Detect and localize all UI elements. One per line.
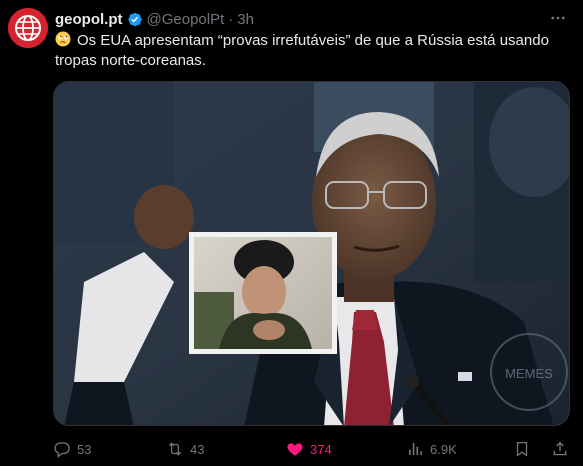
post-text: Os EUA apresentam “provas irrefutáveis” …: [55, 31, 570, 71]
views-count: 6.9K: [430, 441, 457, 457]
separator: ·: [228, 10, 234, 28]
action-bar: 53 43 374 6.9K: [53, 438, 573, 460]
heart-filled-icon: [287, 443, 303, 456]
views-button[interactable]: 6.9K: [406, 440, 457, 458]
like-count: 374: [310, 441, 332, 457]
views-chart-icon: [409, 443, 422, 455]
bookmark-button[interactable]: [513, 440, 537, 458]
repost-button[interactable]: 43: [166, 440, 204, 458]
repost-count: 43: [190, 441, 205, 457]
bookmark-icon: [516, 441, 528, 457]
share-button[interactable]: [551, 440, 575, 458]
author-name[interactable]: geopol.pt: [55, 11, 123, 28]
held-photo: [189, 232, 337, 354]
post-image[interactable]: MEMES: [53, 81, 570, 426]
repost-icon: [168, 442, 182, 456]
more-options-button[interactable]: [547, 8, 569, 28]
post-text-content: Os EUA apresentam “provas irrefutáveis” …: [55, 32, 549, 69]
reply-count: 53: [77, 441, 92, 457]
author-handle[interactable]: @GeopolPt: [147, 11, 225, 28]
avatar[interactable]: [8, 8, 48, 48]
globe-logo-icon: [8, 8, 48, 48]
reply-icon: [54, 442, 70, 458]
verified-badge-icon: [127, 12, 142, 26]
photo-illustration: MEMES: [54, 82, 569, 425]
like-button[interactable]: 374: [286, 440, 332, 458]
share-icon: [553, 441, 567, 456]
rolling-eyes-emoji-icon: [55, 31, 71, 47]
watermark-text: MEMES: [505, 366, 553, 381]
more-dots-icon: [551, 16, 565, 20]
post-time[interactable]: 3h: [237, 11, 254, 28]
reply-button[interactable]: 53: [53, 440, 91, 458]
post-header: geopol.pt @GeopolPt · 3h: [55, 9, 254, 29]
